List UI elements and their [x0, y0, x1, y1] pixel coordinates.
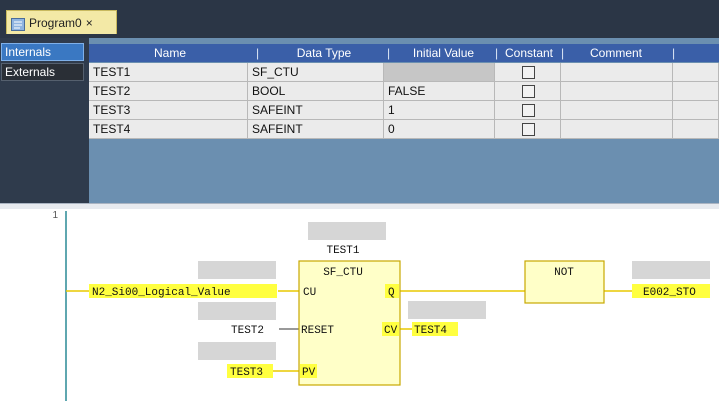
placeholder-box[interactable]	[408, 301, 486, 319]
close-icon[interactable]: ×	[86, 16, 93, 30]
output-variable-final[interactable]: E002_STO	[643, 287, 696, 299]
constant-checkbox[interactable]	[522, 123, 535, 136]
table-row[interactable]: TEST1 SF_CTU	[89, 63, 719, 82]
column-header-comment[interactable]: Comment	[566, 44, 666, 62]
tab-externals[interactable]: Externals	[1, 63, 84, 81]
cell-name[interactable]: TEST3	[89, 101, 248, 120]
column-separator: |	[495, 46, 499, 60]
cell-name[interactable]: TEST2	[89, 82, 248, 101]
input-variable-pv[interactable]: TEST3	[230, 367, 263, 379]
variable-grid: Name | Data Type | Initial Value | Const…	[89, 38, 719, 203]
input-variable-cu[interactable]: N2_Si00_Logical_Value	[92, 287, 231, 299]
placeholder-box[interactable]	[198, 261, 276, 279]
output-variable-cv[interactable]: TEST4	[414, 325, 447, 337]
column-separator: |	[387, 46, 391, 60]
cell-comment[interactable]	[561, 120, 673, 139]
cell-constant	[495, 101, 561, 120]
cell-comment[interactable]	[561, 101, 673, 120]
column-header-data-type[interactable]: Data Type	[261, 44, 387, 62]
editor-tab-bar: Program0 ×	[0, 0, 719, 38]
fbd-editor: 1 TEST1 SF_CTU CU RESET PV Q CV N2_Si00_…	[0, 209, 719, 401]
input-variable-reset[interactable]: TEST2	[231, 325, 264, 337]
cell-constant	[495, 120, 561, 139]
cell-comment[interactable]	[561, 63, 673, 82]
fb-type-label: SF_CTU	[323, 267, 363, 279]
placeholder-box[interactable]	[632, 261, 710, 279]
cell-initial-value[interactable]: 1	[384, 101, 495, 120]
constant-checkbox[interactable]	[522, 104, 535, 117]
pin-cv: CV	[384, 325, 398, 337]
table-row[interactable]: TEST4 SAFEINT 0	[89, 120, 719, 139]
table-row[interactable]: TEST3 SAFEINT 1	[89, 101, 719, 120]
tab-label: Program0	[29, 15, 82, 30]
cell-name[interactable]: TEST1	[89, 63, 248, 82]
line-number: 1	[52, 210, 58, 221]
not-block-label: NOT	[554, 267, 574, 279]
cell-data-type[interactable]: SAFEINT	[248, 101, 384, 120]
cell-initial-value[interactable]: FALSE	[384, 82, 495, 101]
cell-extra	[673, 82, 719, 101]
column-separator: |	[561, 46, 565, 60]
cell-data-type[interactable]: BOOL	[248, 82, 384, 101]
constant-checkbox[interactable]	[522, 85, 535, 98]
cell-name[interactable]: TEST4	[89, 120, 248, 139]
cell-comment[interactable]	[561, 82, 673, 101]
cell-extra	[673, 63, 719, 82]
cell-constant	[495, 82, 561, 101]
placeholder-box[interactable]	[198, 342, 276, 360]
pin-reset: RESET	[301, 325, 334, 337]
table-row[interactable]: TEST2 BOOL FALSE	[89, 82, 719, 101]
cell-extra	[673, 120, 719, 139]
column-separator: |	[672, 46, 676, 60]
grid-header: Name | Data Type | Initial Value | Const…	[89, 44, 719, 62]
placeholder-box[interactable]	[198, 302, 276, 320]
pin-cu: CU	[303, 287, 316, 299]
program-icon	[11, 16, 25, 31]
cell-initial-value	[384, 63, 495, 82]
cell-constant	[495, 63, 561, 82]
constant-checkbox[interactable]	[522, 66, 535, 79]
placeholder-box[interactable]	[308, 222, 386, 240]
tab-internals[interactable]: Internals	[1, 43, 84, 61]
cell-extra	[673, 101, 719, 120]
fbd-canvas: 1 TEST1 SF_CTU CU RESET PV Q CV N2_Si00_…	[52, 210, 710, 401]
cell-initial-value[interactable]: 0	[384, 120, 495, 139]
pin-q: Q	[388, 287, 395, 299]
tab-program0[interactable]: Program0 ×	[6, 10, 117, 34]
column-header-constant[interactable]: Constant	[499, 44, 559, 62]
pin-pv: PV	[302, 367, 316, 379]
cell-data-type[interactable]: SF_CTU	[248, 63, 384, 82]
column-header-initial-value[interactable]: Initial Value	[392, 44, 495, 62]
column-header-name[interactable]: Name	[89, 44, 251, 62]
column-separator: |	[256, 46, 260, 60]
fb-instance-name: TEST1	[326, 245, 359, 257]
cell-data-type[interactable]: SAFEINT	[248, 120, 384, 139]
variable-panel: Internals Externals Name | Data Type | I…	[0, 38, 719, 203]
